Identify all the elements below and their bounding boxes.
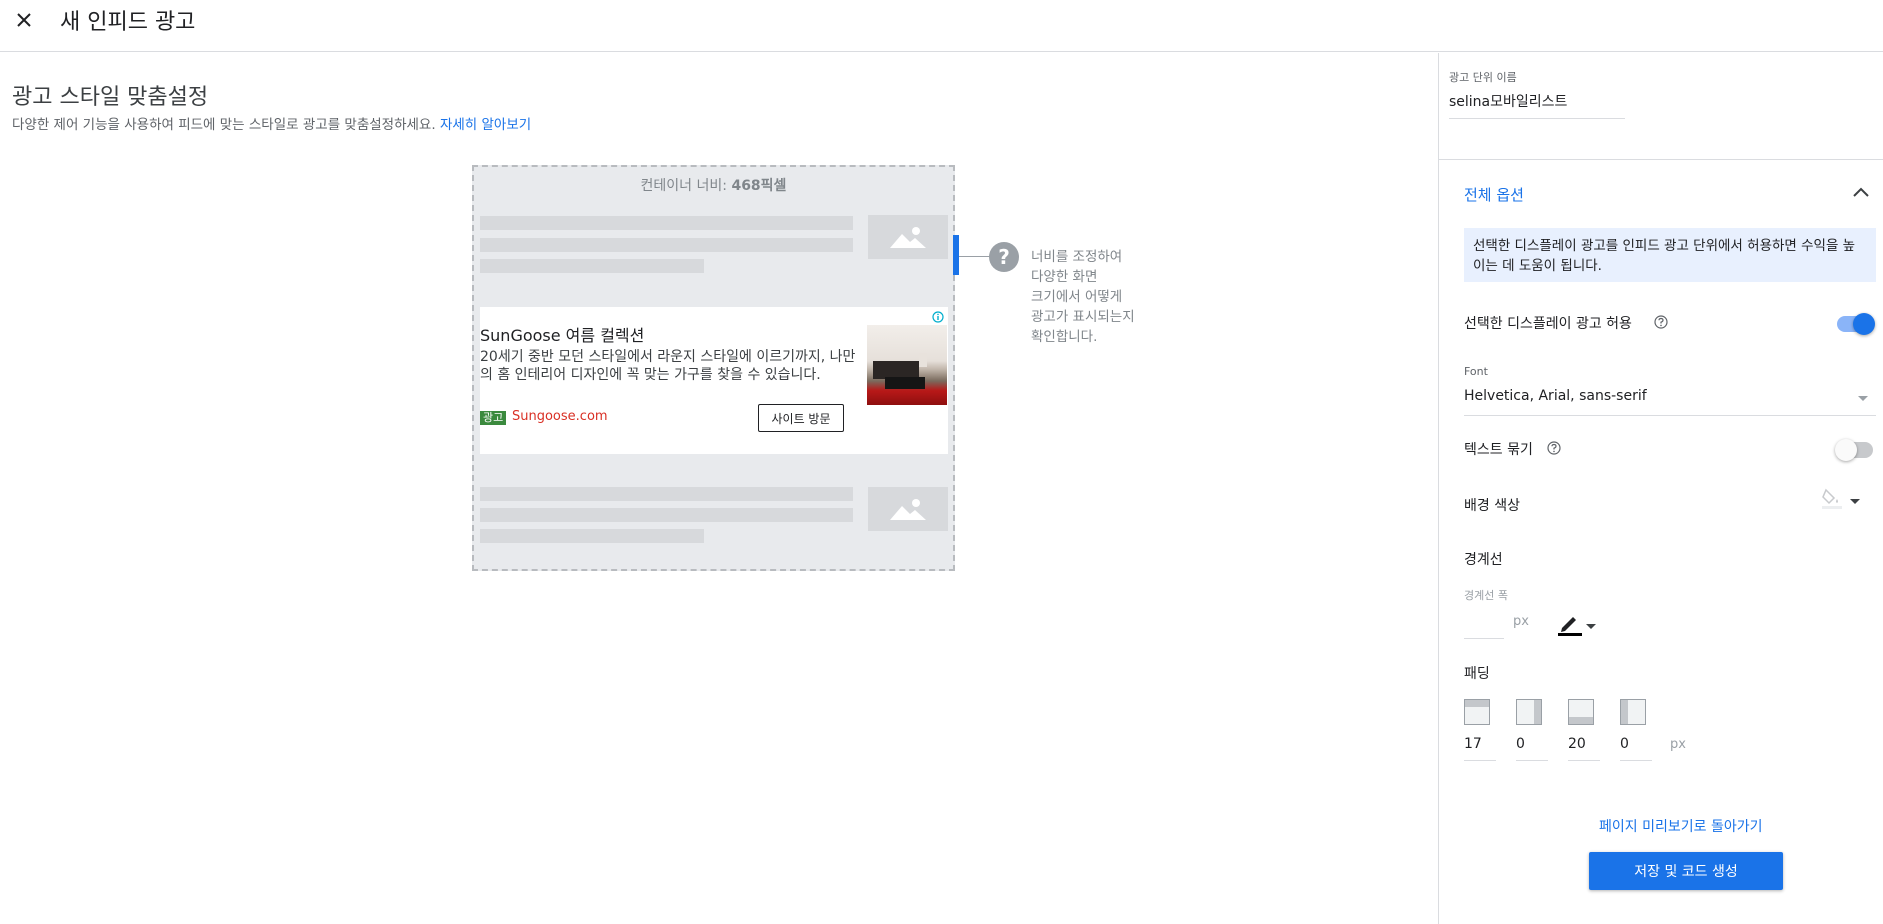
ad-image-vase: [919, 353, 927, 367]
border-width-unit: px: [1513, 614, 1529, 629]
border-title: 경계선: [1464, 552, 1503, 568]
width-resize-handle[interactable]: [953, 235, 959, 275]
all-options-header[interactable]: 전체 옵션: [1464, 184, 1524, 205]
placeholder-line: [480, 238, 853, 252]
learn-more-link[interactable]: 자세히 알아보기: [440, 117, 531, 133]
toggle-knob: [1853, 313, 1875, 335]
background-color-dropdown-icon[interactable]: [1850, 499, 1860, 504]
padding-left-input[interactable]: 0: [1620, 731, 1652, 761]
close-button[interactable]: [10, 6, 38, 34]
section-title: 광고 스타일 맞춤설정: [12, 85, 209, 110]
border-color-pen-icon[interactable]: [1557, 611, 1583, 637]
back-to-preview-link[interactable]: 페이지 미리보기로 돌아가기: [1599, 816, 1762, 836]
padding-unit: px: [1670, 737, 1686, 752]
dropdown-arrow-icon: [1858, 396, 1868, 401]
padding-left-icon: [1620, 699, 1646, 725]
placeholder-line: [480, 216, 853, 230]
padding-bottom-input[interactable]: 20: [1568, 731, 1600, 761]
allow-display-ads-toggle[interactable]: [1837, 313, 1875, 335]
help-circle-icon[interactable]: [1654, 315, 1668, 329]
padding-right-icon: [1516, 699, 1542, 725]
settings-panel: 광고 단위 이름 selina모바일리스트 전체 옵션 선택한 디스플레이 광고…: [1438, 53, 1883, 924]
font-select-value: Helvetica, Arial, sans-serif: [1464, 388, 1647, 404]
container-width-value: 468픽셀: [731, 178, 787, 194]
padding-title: 패딩: [1464, 666, 1490, 682]
save-and-generate-code-button[interactable]: 저장 및 코드 생성: [1589, 852, 1783, 890]
placeholder-line: [480, 508, 853, 522]
main-area: 광고 스타일 맞춤설정 다양한 제어 기능을 사용하여 피드에 맞는 스타일로 …: [0, 53, 1438, 924]
ad-body-text: 20세기 중반 모던 스타일에서 라운지 스타일에 이르기까지, 나만의 홈 인…: [480, 349, 856, 383]
ad-image[interactable]: [867, 325, 947, 405]
container-width-text: 컨테이너 너비:: [640, 178, 732, 194]
placeholder-image-icon: [868, 487, 948, 531]
help-question-icon: ?: [989, 242, 1019, 272]
paint-bucket-icon[interactable]: [1821, 487, 1843, 511]
font-select[interactable]: Helvetica, Arial, sans-serif: [1464, 384, 1876, 416]
ad-unit-name-label: 광고 단위 이름: [1449, 71, 1517, 84]
ad-info-icon[interactable]: [932, 311, 944, 323]
border-color-dropdown-icon[interactable]: [1586, 624, 1596, 629]
bold-text-label: 텍스트 묶기: [1464, 442, 1533, 458]
section-description: 다양한 제어 기능을 사용하여 피드에 맞는 스타일로 광고를 맞춤설정하세요.…: [12, 113, 531, 133]
native-ad-card[interactable]: SunGoose 여름 컬렉션 20세기 중반 모던 스타일에서 라운지 스타일…: [480, 307, 948, 454]
toggle-knob: [1835, 439, 1857, 461]
placeholder-line: [480, 487, 853, 501]
page-title: 새 인피드 광고: [60, 10, 196, 35]
info-message: 선택한 디스플레이 광고를 인피드 광고 단위에서 허용하면 수익을 높이는 데…: [1464, 228, 1876, 282]
placeholder-image-icon: [868, 215, 948, 259]
ad-badge: 광고: [480, 411, 507, 425]
allow-display-ads-label: 선택한 디스플레이 광고 허용: [1464, 316, 1632, 332]
ad-unit-name-input[interactable]: selina모바일리스트: [1449, 91, 1625, 119]
padding-right-input[interactable]: 0: [1516, 731, 1548, 761]
padding-top-input[interactable]: 17: [1464, 731, 1496, 761]
panel-divider: [1439, 159, 1883, 160]
help-connector: [959, 256, 991, 257]
close-icon: [17, 13, 31, 27]
ad-image-table: [885, 377, 925, 389]
placeholder-line: [480, 259, 704, 273]
top-bar: 새 인피드 광고: [0, 0, 1883, 52]
font-label: Font: [1464, 365, 1488, 378]
border-width-input[interactable]: [1464, 609, 1504, 639]
background-color-label: 배경 색상: [1464, 498, 1520, 514]
ad-url[interactable]: Sungoose.com: [512, 409, 608, 424]
resize-help-text: 너비를 조정하여 다양한 화면 크기에서 어떻게 광고가 표시되는지 확인합니다…: [1031, 249, 1135, 345]
ad-title[interactable]: SunGoose 여름 컬렉션: [480, 322, 644, 346]
placeholder-line: [480, 529, 704, 543]
description-text: 다양한 제어 기능을 사용하여 피드에 맞는 스타일로 광고를 맞춤설정하세요.: [12, 117, 436, 133]
bold-text-toggle[interactable]: [1835, 439, 1873, 461]
container-width-label: 컨테이너 너비: 468픽셀: [474, 175, 953, 195]
ad-preview-container: 컨테이너 너비: 468픽셀 SunGoose 여름 컬렉션 20세기 중반 모…: [472, 165, 955, 571]
border-width-label: 경계선 폭: [1464, 589, 1508, 602]
chevron-up-icon[interactable]: [1851, 183, 1871, 203]
padding-top-icon: [1464, 699, 1490, 725]
help-circle-icon[interactable]: [1547, 441, 1561, 455]
visit-site-button[interactable]: 사이트 방문: [758, 404, 844, 432]
padding-bottom-icon: [1568, 699, 1594, 725]
